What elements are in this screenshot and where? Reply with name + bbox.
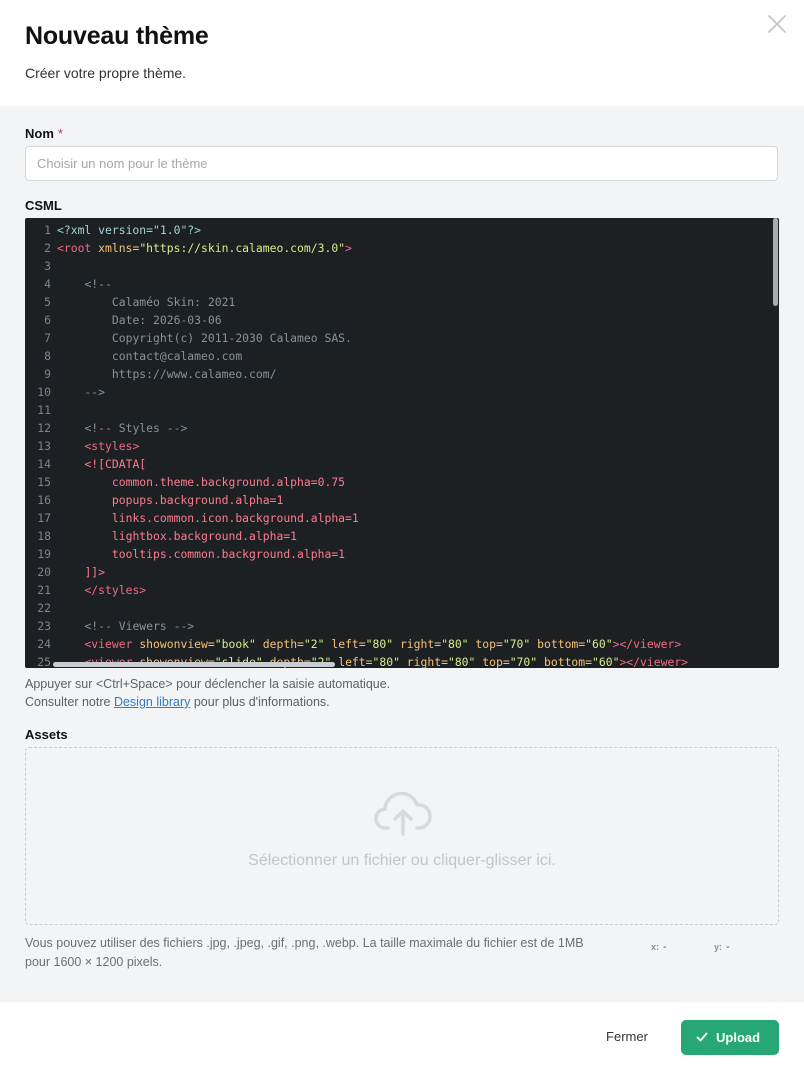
code-line: 20 ]]> xyxy=(25,563,105,581)
code-text: contact@calameo.com xyxy=(111,349,243,363)
code-text: Copyright(c) 2011-2030 Calameo SAS. xyxy=(111,331,352,345)
code-line: 23 <!-- Viewers --> xyxy=(25,617,194,635)
code-text: --> xyxy=(84,385,106,399)
line-number: 19 xyxy=(37,547,51,561)
line-number: 14 xyxy=(37,457,51,471)
code-text: tooltips.common.background.alpha=1 xyxy=(111,547,346,561)
line-number: 7 xyxy=(44,331,51,345)
code-line: 7 Copyright(c) 2011-2030 Calameo SAS. xyxy=(25,329,352,347)
code-text: <!-- xyxy=(84,277,112,291)
autocomplete-hint: Appuyer sur <Ctrl+Space> pour déclencher… xyxy=(25,677,391,691)
code-text: lightbox.background.alpha=1 xyxy=(111,529,298,543)
line-number: 17 xyxy=(37,511,51,525)
line-number: 8 xyxy=(44,349,51,363)
code-text: popups.background.alpha=1 xyxy=(111,493,284,507)
code-line: 17 links.common.icon.background.alpha=1 xyxy=(25,509,359,527)
code-text: <!-- Viewers --> xyxy=(84,619,195,633)
line-number: 22 xyxy=(37,601,51,615)
code-text: Calaméo Skin: 2021 xyxy=(111,295,236,309)
code-line: 18 lightbox.background.alpha=1 xyxy=(25,527,297,545)
code-text: <styles> xyxy=(84,439,140,453)
code-line: 19 tooltips.common.background.alpha=1 xyxy=(25,545,345,563)
code-line: 14 <![CDATA[ xyxy=(25,455,146,473)
assets-label: Assets xyxy=(25,727,68,742)
line-number: 4 xyxy=(44,277,51,291)
dialog-title: Nouveau thème xyxy=(25,22,209,50)
assets-help-text: Vous pouvez utiliser des fichiers .jpg, … xyxy=(25,936,584,969)
upload-label: Upload xyxy=(716,1030,761,1045)
line-number: 16 xyxy=(37,493,51,507)
line-number: 23 xyxy=(37,619,51,633)
code-text: https://www.calameo.com/ xyxy=(111,367,277,381)
line-number: 2 xyxy=(44,241,51,255)
asset-dropzone[interactable]: Sélectionner un fichier ou cliquer-gliss… xyxy=(25,747,779,925)
line-number: 15 xyxy=(37,475,51,489)
line-number: 1 xyxy=(44,223,51,237)
close-icon[interactable] xyxy=(766,13,788,35)
code-line: 5 Calaméo Skin: 2021 xyxy=(25,293,235,311)
design-library-link[interactable]: Design library xyxy=(114,695,190,709)
code-line: 3 xyxy=(25,257,57,275)
line-number: 5 xyxy=(44,295,51,309)
code-text: links.common.icon.background.alpha=1 xyxy=(111,511,359,525)
code-line: 13 <styles> xyxy=(25,437,139,455)
close-button[interactable]: Fermer xyxy=(596,1020,658,1054)
editor-vertical-scrollbar[interactable] xyxy=(773,218,778,306)
code-text: </styles> xyxy=(84,583,147,597)
code-text: <![CDATA[ xyxy=(84,457,147,471)
code-text: <!-- Styles --> xyxy=(84,421,188,435)
line-number: 25 xyxy=(37,655,51,668)
cloud-upload-icon xyxy=(374,790,432,841)
code-line: 10 --> xyxy=(25,383,105,401)
required-mark: * xyxy=(57,126,63,141)
line-number: 11 xyxy=(37,403,51,417)
line-number: 21 xyxy=(37,583,51,597)
dialog-header: Nouveau thème Créer votre propre thème. xyxy=(0,0,804,106)
y-coordinate: y: - xyxy=(714,941,730,953)
line-number: 12 xyxy=(37,421,51,435)
code-line: 1 <?xml version="1.0"?> xyxy=(25,221,201,239)
x-coordinate: x: - xyxy=(651,941,667,953)
code-line: 24 <viewer showonview="book" depth="2" l… xyxy=(25,635,681,653)
dropzone-text: Sélectionner un fichier ou cliquer-gliss… xyxy=(248,852,556,869)
line-number: 24 xyxy=(37,637,51,651)
design-library-hint: Consulter notre Design library pour plus… xyxy=(25,695,330,709)
code-text: <?xml version="1.0"?> xyxy=(57,223,202,237)
name-label: Nom * xyxy=(25,126,63,141)
line-number: 9 xyxy=(44,367,51,381)
upload-button[interactable]: Upload xyxy=(681,1020,779,1055)
code-text: <root xmlns="https://skin.calameo.com/3.… xyxy=(57,241,352,255)
code-line: 8 contact@calameo.com xyxy=(25,347,242,365)
check-icon xyxy=(696,1031,708,1046)
line-number: 18 xyxy=(37,529,51,543)
code-line: 2 <root xmlns="https://skin.calameo.com/3… xyxy=(25,239,352,257)
code-text: ]]> xyxy=(84,565,106,579)
line-number: 10 xyxy=(37,385,51,399)
code-line: 4 <!-- xyxy=(25,275,112,293)
line-number: 13 xyxy=(37,439,51,453)
csml-label: CSML xyxy=(25,198,62,213)
dialog-subtitle: Créer votre propre thème. xyxy=(25,65,187,81)
line-number: 3 xyxy=(44,259,51,273)
code-line: 12 <!-- Styles --> xyxy=(25,419,187,437)
code-text: common.theme.background.alpha=0.75 xyxy=(111,475,346,489)
code-line: 21 </styles> xyxy=(25,581,146,599)
code-line: 15 common.theme.background.alpha=0.75 xyxy=(25,473,345,491)
line-number: 6 xyxy=(44,313,51,327)
csml-code-editor[interactable]: 1 <?xml version="1.0"?> 2 <root xmlns="http… xyxy=(25,218,779,668)
editor-horizontal-scrollbar[interactable] xyxy=(53,662,335,667)
code-line: 6 Date: 2026-03-06 xyxy=(25,311,222,329)
code-line: 11 xyxy=(25,401,57,419)
code-line: 9 https://www.calameo.com/ xyxy=(25,365,276,383)
code-line: 16 popups.background.alpha=1 xyxy=(25,491,283,509)
code-text: Date: 2026-03-06 xyxy=(111,313,222,327)
code-line: 22 xyxy=(25,599,57,617)
code-text: <viewer showonview="book" depth="2" left… xyxy=(84,637,682,651)
line-number: 20 xyxy=(37,565,51,579)
theme-name-input[interactable] xyxy=(25,146,778,181)
